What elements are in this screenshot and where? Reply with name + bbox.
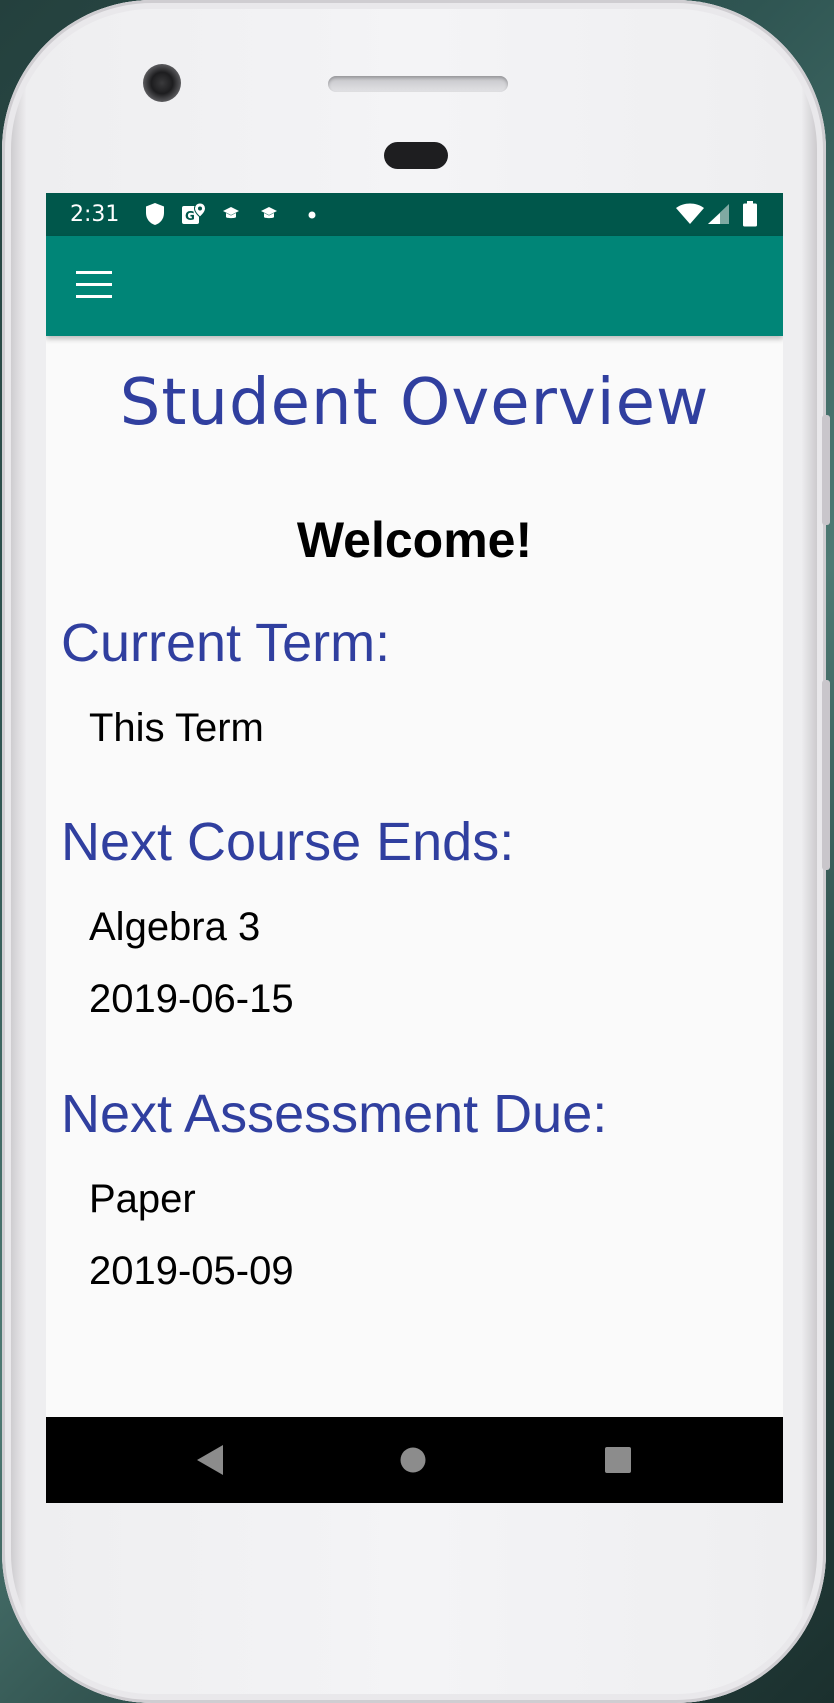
status-bar: 2:31 G: [46, 193, 783, 236]
next-assessment-due-date: 2019-05-09: [89, 1249, 294, 1293]
back-icon[interactable]: [194, 1443, 228, 1477]
status-time: 2:31: [70, 202, 120, 227]
phone-frame: 2:31 G Student Overview Welcome! Current…: [2, 0, 830, 1703]
next-course-end-date: 2019-06-15: [89, 977, 294, 1021]
notification-dot-icon: [308, 211, 316, 219]
recents-icon[interactable]: [604, 1446, 632, 1474]
hamburger-menu-icon[interactable]: [76, 271, 112, 299]
next-assessment-heading: Next Assessment Due:: [61, 1084, 608, 1144]
welcome-text: Welcome!: [296, 512, 533, 568]
device-screen: 2:31 G Student Overview Welcome! Current…: [46, 193, 783, 1503]
next-course-name: Algebra 3: [89, 905, 261, 949]
proximity-sensor: [384, 142, 448, 169]
current-term-heading: Current Term:: [61, 613, 391, 673]
front-camera: [143, 64, 181, 102]
app-bar: [46, 236, 783, 336]
main-content: Student Overview Welcome! Current Term: …: [46, 336, 783, 1409]
cell-signal-icon: [708, 204, 729, 224]
earpiece-speaker: [328, 76, 508, 92]
map-gps-icon: G: [182, 202, 207, 224]
next-assessment-name: Paper: [89, 1177, 196, 1221]
svg-text:G: G: [185, 209, 195, 223]
next-course-heading: Next Course Ends:: [61, 812, 515, 872]
school-icon: [223, 207, 239, 219]
shield-icon: [146, 203, 164, 225]
page-title: Student Overview: [119, 366, 710, 440]
volume-button: [822, 680, 830, 870]
battery-icon: [743, 201, 757, 227]
school-icon: [261, 207, 277, 219]
navigation-bar: [46, 1417, 783, 1503]
wifi-icon: [676, 203, 704, 224]
power-button: [822, 415, 830, 525]
current-term-name: This Term: [89, 706, 264, 750]
home-icon[interactable]: [399, 1446, 427, 1474]
